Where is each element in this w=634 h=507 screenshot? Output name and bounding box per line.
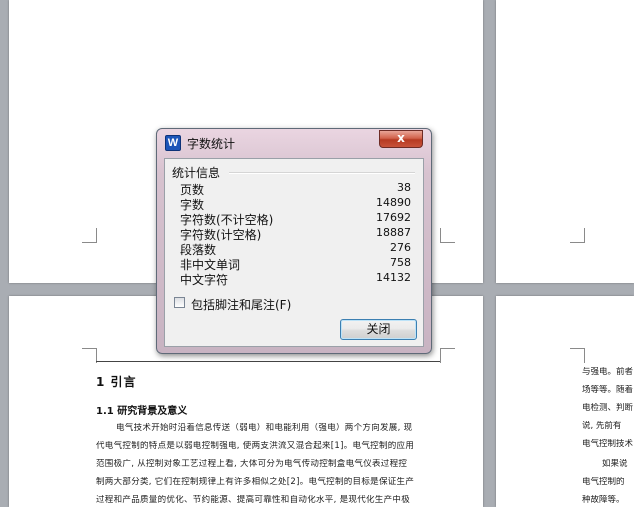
document-text-line: 电检测、判断 [582,403,634,413]
document-text-line: 制两大部分类, 它们在控制规律上有许多相似之处[2]。电气控制的目标是保证生产 [96,477,415,487]
crop-mark [82,348,97,363]
wps-writer-icon: W [165,135,181,151]
document-text-line: 过程和产品质量的优化、节约能源、提高可靠性和自动化水平, 是现代化生产中极 [96,495,411,505]
document-text-line: 电气控制技术 [582,439,634,449]
stat-row-paragraphs: 段落数 276 [180,241,411,257]
close-icon[interactable]: x [379,130,423,148]
dialog-content: 统计信息 页数 38 字数 14890 字符数(不计空格) 17692 字符数(… [164,158,424,347]
stat-value: 17692 [376,211,411,224]
stat-row-chars-with-spaces: 字符数(计空格) 18887 [180,226,411,242]
stat-value: 276 [390,241,411,254]
stat-value: 758 [390,256,411,269]
stat-row-words: 字数 14890 [180,196,411,212]
word-count-dialog: W 字数统计 x 统计信息 页数 38 字数 14890 字符数(不计空格) 1… [156,128,432,354]
document-text-line: 电气技术开始时沿着信息传送（弱电）和电能利用（强电）两个方向发展, 现 [116,423,413,433]
document-text-line: 种故障等。 [582,495,625,505]
document-text-line: 与强电。前者 [582,367,634,377]
group-divider [229,172,415,174]
header-rule [96,361,440,362]
document-text-line: 范围极广, 从控制对象工艺过程上看, 大体可分为电气传动控制盒电气仪表过程控 [96,459,408,469]
close-button[interactable]: 关闭 [340,319,417,340]
stat-row-chars-no-spaces: 字符数(不计空格) 17692 [180,211,411,227]
stat-row-non-chinese-words: 非中文单词 758 [180,256,411,272]
dialog-title: 字数统计 [187,137,236,151]
stat-value: 14132 [376,271,411,284]
crop-mark [570,348,585,363]
crop-mark [82,228,97,243]
document-text-line: 电气控制的 [582,477,625,487]
stat-row-pages: 页数 38 [180,181,411,197]
document-page-top-right [496,0,634,283]
document-text-line: 场等等。随着 [582,385,634,395]
document-page-bottom-right [496,296,634,507]
stat-label: 中文字符 [180,273,229,287]
include-footnotes-checkbox[interactable] [174,297,185,308]
document-heading-2: 1.1 研究背景及意义 [96,406,188,417]
statistics-group-label: 统计信息 [172,164,225,181]
document-text-line: 如果说 [602,459,628,469]
crop-mark [440,348,455,363]
document-heading-1: 1 引言 [96,375,137,389]
stat-row-chinese-chars: 中文字符 14132 [180,271,411,287]
include-footnotes-label[interactable]: 包括脚注和尾注(F) [191,296,291,313]
dialog-titlebar[interactable]: W 字数统计 x [157,129,431,157]
stat-value: 38 [397,181,411,194]
document-text-line: 代电气控制的特点是以弱电控制强电, 使两支洪流又混合起来[1]。电气控制的应用 [96,441,415,451]
stat-value: 18887 [376,226,411,239]
stat-value: 14890 [376,196,411,209]
crop-mark [570,228,585,243]
crop-mark [440,228,455,243]
document-text-line: 说, 先前有 [582,421,622,431]
